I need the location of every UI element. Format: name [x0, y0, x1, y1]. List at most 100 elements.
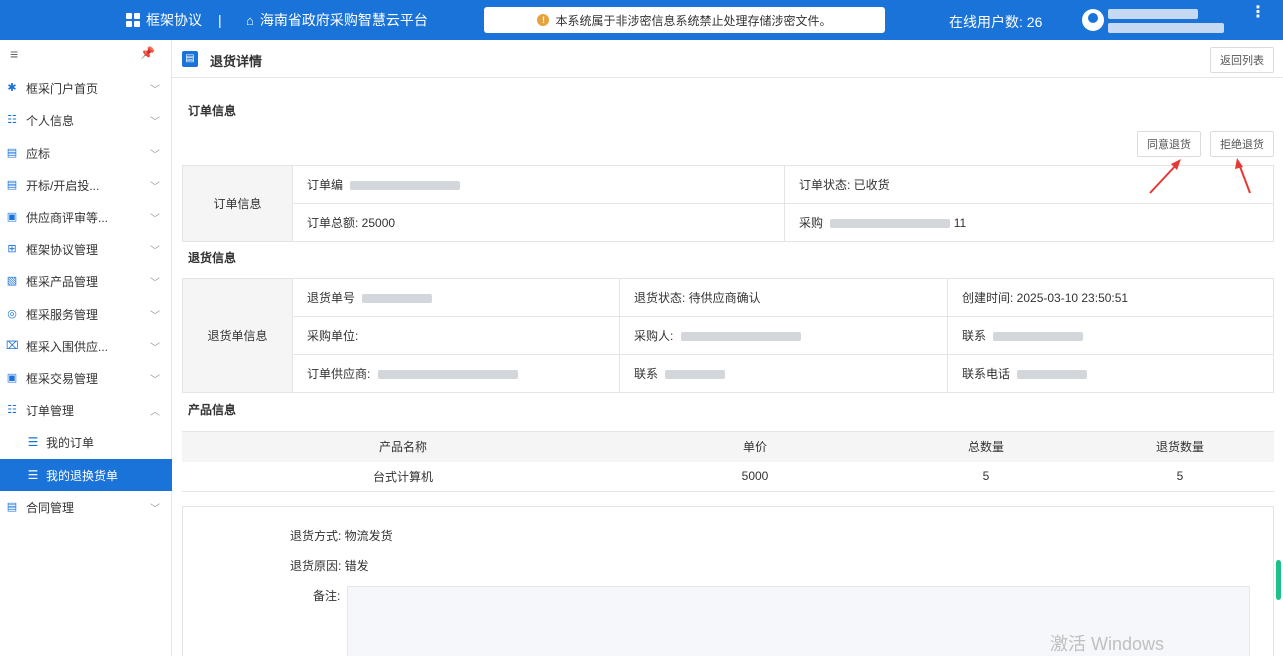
order-total-cell: 订单总额: 25000: [292, 203, 785, 242]
order-number-cell: 订单编: [292, 165, 785, 204]
product-section-title: 产品信息: [188, 403, 237, 417]
return-method: 退货方式: 物流发货: [290, 529, 393, 543]
sidebar-item-service-mgmt[interactable]: ◎ 框采服务管理 ﹀: [0, 298, 172, 330]
chevron-down-icon: ﹀: [150, 277, 160, 289]
user-name-redacted: [1108, 9, 1198, 19]
order-list-icon: ☰: [27, 435, 39, 449]
buyer-unit-cell: 采购单位:: [292, 316, 620, 355]
buyer-cell: 采购人:: [619, 316, 948, 355]
grid-icon: ✱: [7, 82, 17, 94]
sidebar-item-bid[interactable]: ▤ 应标 ﹀: [0, 137, 172, 169]
redacted-order-number: [350, 181, 461, 191]
return-reason: 退货原因: 错发: [290, 559, 369, 573]
person-card-icon: ☷: [7, 114, 17, 126]
contract-icon: ▤: [6, 501, 18, 513]
contact-cell: 联系: [947, 316, 1274, 355]
sidebar-item-contract-mgmt[interactable]: ▤ 合同管理 ﹀: [0, 491, 172, 523]
monitor-icon: ▣: [6, 211, 18, 223]
product-table-header: 产品名称 单价 总数量 退货数量: [182, 431, 1274, 462]
more-menu-icon[interactable]: ⋮: [1250, 5, 1266, 21]
chevron-down-icon: ﹀: [150, 181, 160, 193]
chevron-down-icon: ﹀: [150, 245, 160, 257]
product-name-cell: 台式计算机: [182, 461, 624, 492]
chevron-down-icon: ﹀: [150, 503, 160, 515]
product-table: 产品名称 单价 总数量 退货数量 台式计算机 5000 5 5: [182, 431, 1274, 492]
chevron-up-icon: ︿: [150, 406, 160, 418]
windows-activation-watermark: 激活 Windows: [1050, 634, 1165, 654]
created-time-cell: 创建时间: 2025-03-10 23:50:51: [947, 278, 1274, 317]
sidebar-item-order-mgmt[interactable]: ☷ 订单管理 ︿: [0, 394, 172, 426]
header-separator: |: [218, 12, 222, 28]
page-header: ▤ 退货详情 返回列表: [172, 40, 1283, 78]
platform-name: 海南省政府采购智慧云平台: [259, 12, 428, 28]
chevron-down-icon: ﹀: [150, 149, 160, 161]
sidebar-item-personal-info[interactable]: ☷ 个人信息 ﹀: [0, 104, 172, 136]
unit-price-cell: 5000: [624, 461, 886, 492]
agree-return-button[interactable]: 同意退货: [1137, 131, 1201, 157]
redacted-purchase: [830, 219, 951, 229]
chevron-down-icon: ﹀: [150, 116, 160, 128]
purchase-cell: 采购 11: [784, 203, 1274, 242]
order-status-cell: 订单状态: 已收货: [784, 165, 1274, 204]
sidebar-toolbar: ≡ 📌: [0, 40, 171, 70]
back-to-list-button[interactable]: 返回列表: [1210, 47, 1274, 73]
system-switch[interactable]: 框架协议: [126, 0, 202, 40]
sidebar-item-open-bid[interactable]: ▤ 开标/开启投... ﹀: [0, 169, 172, 201]
sidebar-item-agreement-mgmt[interactable]: ⊞ 框架协议管理 ﹀: [0, 233, 172, 265]
return-status-cell: 退货状态: 待供应商确认: [619, 278, 948, 317]
platform-link[interactable]: ⌂ 海南省政府采购智慧云平台: [246, 0, 428, 40]
sidebar-item-product-mgmt[interactable]: ▧ 框采产品管理 ﹀: [0, 265, 172, 297]
annotation-arrow-agree: [1149, 159, 1181, 194]
chevron-down-icon: ﹀: [150, 84, 160, 96]
redacted-supplier-contact: [665, 370, 726, 380]
bid-icon: ▤: [6, 147, 18, 159]
remark-label: 备注:: [313, 589, 341, 603]
sidebar-item-trade-mgmt[interactable]: ▣ 框采交易管理 ﹀: [0, 362, 172, 394]
sidebar-item-portal-home[interactable]: ✱ 框采门户首页 ﹀: [0, 72, 172, 104]
top-header: 框架协议 | ⌂ 海南省政府采购智慧云平台 ! 本系统属于非涉密信息系统禁止处理…: [0, 0, 1283, 40]
agreement-icon: ⊞: [7, 243, 17, 255]
order-info-label: 订单信息: [182, 165, 293, 242]
notice-text: 本系统属于非涉密信息系统禁止处理存储涉密文件。: [555, 13, 832, 28]
total-qty-cell: 5: [886, 461, 1086, 492]
column-header: 退货数量: [1086, 431, 1274, 462]
order-icon: ☷: [7, 404, 17, 416]
scrollbar-thumb[interactable]: [1276, 560, 1281, 600]
sidebar-item-supplier-shortlist[interactable]: ⌧ 框采入围供应... ﹀: [0, 330, 172, 362]
chevron-down-icon: ﹀: [150, 213, 160, 225]
hamburger-menu-icon[interactable]: ≡: [10, 46, 18, 62]
avatar[interactable]: [1082, 9, 1104, 31]
return-number-cell: 退货单号: [292, 278, 620, 317]
service-icon: ◎: [7, 308, 17, 320]
column-header: 单价: [624, 431, 886, 462]
grid-icon: [126, 13, 140, 27]
return-info-table: 退货单信息 退货单号 退货状态: 待供应商确认 创建时间: 2025-03-10…: [182, 278, 1274, 393]
chevron-down-icon: ﹀: [150, 342, 160, 354]
chevron-down-icon: ﹀: [150, 374, 160, 386]
sidebar: ≡ 📌 ✱ 框采门户首页 ﹀ ☷ 个人信息 ﹀ ▤ 应标 ﹀ ▤ 开标/开启投.…: [0, 40, 172, 656]
user-org-redacted: [1108, 23, 1224, 33]
reject-return-button[interactable]: 拒绝退货: [1210, 131, 1274, 157]
redacted-return-number: [362, 294, 433, 304]
order-info-table: 订单信息 订单编 订单状态: 已收货 订单总额: 25000 采购 11: [182, 165, 1274, 242]
table-row: 台式计算机 5000 5 5: [182, 461, 1274, 492]
warning-icon: !: [537, 14, 550, 26]
return-info-label: 退货单信息: [182, 278, 293, 393]
main-content: ▤ 退货详情 返回列表 订单信息 同意退货 拒绝退货 订单信息 订单编 订单状态…: [172, 40, 1283, 656]
open-bid-icon: ▤: [6, 179, 18, 191]
pin-icon[interactable]: 📌: [140, 46, 155, 60]
redacted-supplier: [377, 370, 518, 380]
sidebar-item-my-orders[interactable]: ☰ 我的订单: [0, 426, 172, 458]
redacted-contact: [993, 332, 1084, 342]
annotation-arrow-reject: [1235, 158, 1251, 194]
return-list-icon: ☰: [27, 468, 39, 482]
document-icon: ▤: [182, 51, 198, 67]
security-notice: ! 本系统属于非涉密信息系统禁止处理存储涉密文件。: [484, 7, 885, 33]
order-section-title: 订单信息: [188, 104, 237, 118]
system-name: 框架协议: [146, 12, 202, 28]
product-icon: ▧: [6, 275, 18, 287]
return-section-title: 退货信息: [188, 251, 237, 265]
redacted-contact-phone: [1017, 370, 1088, 380]
sidebar-item-my-returns[interactable]: ☰ 我的退换货单: [0, 459, 172, 491]
sidebar-item-supplier-review[interactable]: ▣ 供应商评审等... ﹀: [0, 201, 172, 233]
